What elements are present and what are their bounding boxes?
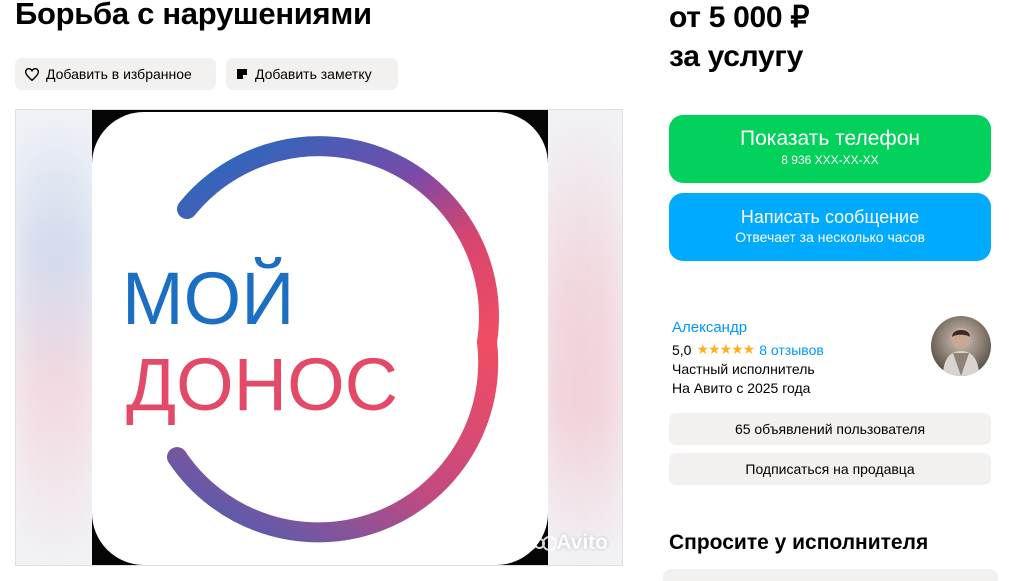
reviews-link[interactable]: 8 отзывов <box>759 342 824 358</box>
ask-performer-title: Спросите у исполнителя <box>669 531 929 554</box>
seller-listings-button[interactable]: 65 объявлений пользователя <box>669 413 991 445</box>
avito-watermark: Avito <box>524 531 608 555</box>
gallery-blur-left <box>16 110 96 565</box>
write-message-label: Написать сообщение <box>740 207 920 227</box>
avito-dots-icon <box>524 535 558 551</box>
note-icon <box>236 68 248 80</box>
rating-value: 5,0 <box>672 341 692 358</box>
main-photo[interactable]: МОЙ ДОНОС <box>92 110 548 565</box>
seller-avatar[interactable] <box>931 316 991 376</box>
avatar-photo <box>943 328 979 376</box>
show-phone-button[interactable]: Показать телефон 8 936 XXX-XX-XX <box>669 115 991 183</box>
subscribe-seller-button[interactable]: Подписаться на продавца <box>669 453 991 485</box>
add-to-favorites-label: Добавить в избранное <box>46 66 192 82</box>
seller-name-link[interactable]: Александр <box>672 319 747 336</box>
response-time: Отвечает за несколько часов <box>735 229 925 245</box>
add-to-favorites-button[interactable]: Добавить в избранное <box>15 58 216 90</box>
ask-performer-panel <box>663 569 998 581</box>
price-unit: за услугу <box>669 40 803 73</box>
moy-donos-logo: МОЙ ДОНОС <box>92 112 548 565</box>
logo-text-line1: МОЙ <box>122 257 294 340</box>
photo-gallery[interactable]: МОЙ ДОНОС Avito <box>15 109 623 566</box>
show-phone-label: Показать телефон <box>740 127 920 150</box>
logo-text-line2: ДОНОС <box>126 343 398 426</box>
write-message-button[interactable]: Написать сообщение Отвечает за несколько… <box>669 193 991 261</box>
add-note-label: Добавить заметку <box>255 66 372 82</box>
price-value: от 5 000 ₽ <box>669 1 810 34</box>
seller-since: На Авито с 2025 года <box>672 380 811 396</box>
gallery-blur-right <box>542 110 622 565</box>
listing-title: Борьба с нарушениями <box>15 0 372 31</box>
seller-type: Частный исполнитель <box>672 361 815 377</box>
seller-rating: 5,0 ★★★★★ 8 отзывов <box>672 341 824 358</box>
heart-icon <box>25 67 39 81</box>
rating-stars-icon: ★★★★★ <box>696 341 755 357</box>
watermark-text: Avito <box>556 531 608 554</box>
add-note-button[interactable]: Добавить заметку <box>226 58 398 90</box>
phone-number-masked: 8 936 XXX-XX-XX <box>781 153 879 167</box>
